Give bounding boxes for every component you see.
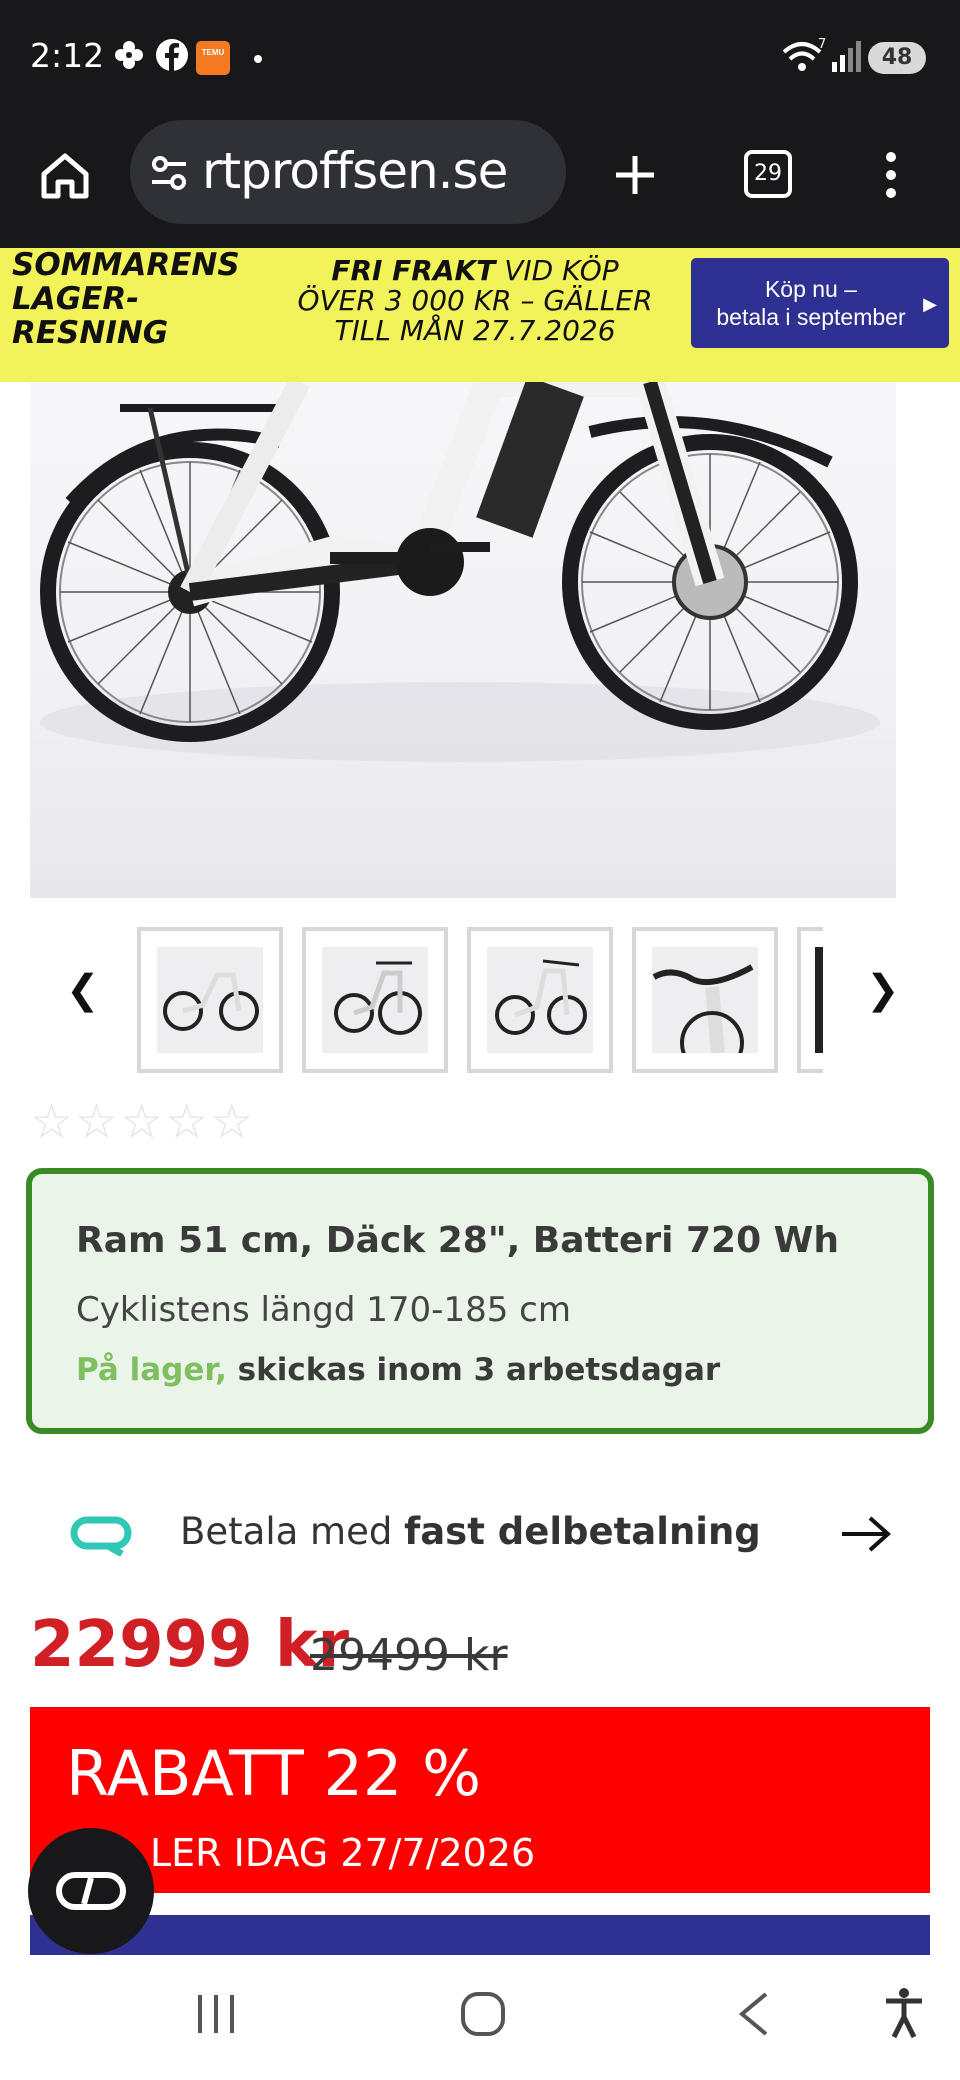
installment-text: Betala med fast delbetalning: [180, 1510, 761, 1553]
promo-headline: SOMMARENS LAGER- RESNING: [12, 248, 262, 350]
battery-level: 48: [881, 45, 913, 70]
temu-label: TEMU: [201, 48, 225, 57]
chat-button[interactable]: [28, 1828, 154, 1954]
status-time: 2:12: [30, 36, 105, 75]
stock-status: På lager,: [76, 1352, 227, 1388]
recent-apps-icon[interactable]: [194, 1993, 238, 2035]
buy-now-sublabel: betala i september: [716, 304, 906, 330]
promo-shipping-line: ÖVER 3 000 KR – GÄLLER: [297, 284, 653, 317]
star-empty-icon: ☆: [120, 1094, 166, 1150]
page: 2:12 TEMU 7 48 rtproffsen.se 29 SOMMAREN…: [0, 0, 960, 2080]
promo-shipping-line: TILL MÅN 27.7.2026: [334, 314, 616, 347]
pinwheel-icon: [115, 41, 143, 69]
discount-title: RABATT 22 %: [66, 1737, 481, 1810]
chevron-right-icon: ▶: [923, 294, 937, 314]
payment-provider-icon: [70, 1516, 132, 1556]
chat-icon: [56, 1872, 126, 1910]
buy-now-button[interactable]: Köp nu – betala i september ▶: [691, 258, 949, 348]
promo-headline-line: RESNING: [12, 315, 169, 351]
carousel-prev-icon[interactable]: ❮: [66, 967, 100, 1013]
thumbnail-image: [487, 947, 593, 1053]
thumbnail-image: [652, 947, 758, 1053]
notification-dot-icon: [254, 55, 262, 63]
system-navigation-bar: [0, 1955, 960, 2080]
handlebar-thumbnail-icon: [652, 964, 754, 1053]
promo-banner: SOMMARENS LAGER- RESNING FRI FRAKT VID K…: [0, 248, 960, 382]
battery-indicator: 48: [868, 42, 926, 74]
browser-toolbar: rtproffsen.se 29: [0, 118, 960, 248]
variant-info-box[interactable]: Ram 51 cm, Däck 28", Batteri 720 Wh Cykl…: [26, 1168, 934, 1434]
buy-now-label: Köp nu –: [764, 276, 858, 302]
thumbnail[interactable]: [632, 927, 778, 1073]
site-settings-icon[interactable]: [148, 154, 190, 192]
thumbnail-image: [322, 947, 428, 1053]
home-icon[interactable]: [38, 148, 92, 202]
product-image[interactable]: [30, 382, 896, 898]
add-to-cart-button[interactable]: [30, 1915, 930, 1955]
rating-stars[interactable]: ☆☆☆☆☆: [30, 1094, 255, 1150]
thumbnail-partial[interactable]: [797, 927, 823, 1073]
address-bar[interactable]: rtproffsen.se: [130, 120, 566, 224]
promo-headline-line: SOMMARENS: [12, 247, 240, 283]
promo-shipping-text: FRI FRAKT VID KÖP ÖVER 3 000 KR – GÄLLER…: [270, 248, 680, 346]
thumbnail[interactable]: [467, 927, 613, 1073]
accessibility-icon[interactable]: [884, 1987, 924, 2039]
more-options-icon[interactable]: [884, 150, 898, 200]
back-icon[interactable]: [736, 1991, 770, 2037]
thumbnail-image: [157, 947, 263, 1053]
rider-height: Cyklistens längd 170-185 cm: [76, 1290, 571, 1330]
discount-valid-text: LER IDAG 27/7/2026: [150, 1831, 536, 1875]
variant-title: Ram 51 cm, Däck 28", Batteri 720 Wh: [76, 1220, 840, 1261]
installment-payment-row[interactable]: Betala med fast delbetalning: [0, 1488, 960, 1578]
original-price: 29499 kr: [310, 1630, 508, 1681]
installment-prefix: Betala med: [180, 1510, 405, 1553]
facebook-icon: [156, 39, 188, 71]
installment-method: fast delbetalning: [404, 1510, 761, 1553]
wifi-badge: 7: [818, 37, 826, 52]
shipping-time: skickas inom 3 arbetsdagar: [226, 1352, 721, 1388]
bike-thumbnail-icon: [334, 961, 422, 1035]
tab-count: 29: [754, 161, 782, 186]
url-text[interactable]: rtproffsen.se: [202, 142, 508, 200]
signal-icon: [832, 41, 861, 72]
star-empty-icon: ☆: [165, 1094, 211, 1150]
star-empty-icon: ☆: [75, 1094, 121, 1150]
promo-shipping-rest: VID KÖP: [495, 254, 619, 287]
thumbnail[interactable]: [137, 927, 283, 1073]
thumbnail[interactable]: [302, 927, 448, 1073]
temu-icon: TEMU: [196, 41, 230, 75]
promo-headline-line: LAGER-: [12, 281, 140, 317]
thumbnail-carousel: ❮ ❯: [0, 925, 960, 1075]
bike-thumbnail-icon: [163, 972, 259, 1031]
star-empty-icon: ☆: [210, 1094, 256, 1150]
wifi-icon: 7: [782, 37, 826, 71]
arrow-right-icon[interactable]: [840, 1514, 892, 1554]
status-bar: 2:12 TEMU 7 48: [0, 0, 960, 118]
star-empty-icon: ☆: [30, 1094, 76, 1150]
stock-line: På lager, skickas inom 3 arbetsdagar: [76, 1352, 720, 1388]
home-button-icon[interactable]: [460, 1991, 506, 2037]
current-price: 22999 kr: [30, 1608, 350, 1682]
thumbnail-image: [815, 947, 823, 1053]
new-tab-icon[interactable]: [612, 152, 658, 198]
bike-thumbnail-icon: [495, 959, 587, 1035]
tab-switcher-button[interactable]: 29: [744, 150, 792, 198]
discount-banner: RABATT 22 % LER IDAG 27/7/2026: [30, 1707, 930, 1893]
e-bike-icon: [40, 382, 880, 762]
carousel-next-icon[interactable]: ❯: [866, 967, 900, 1013]
promo-free-shipping: FRI FRAKT: [331, 254, 496, 287]
